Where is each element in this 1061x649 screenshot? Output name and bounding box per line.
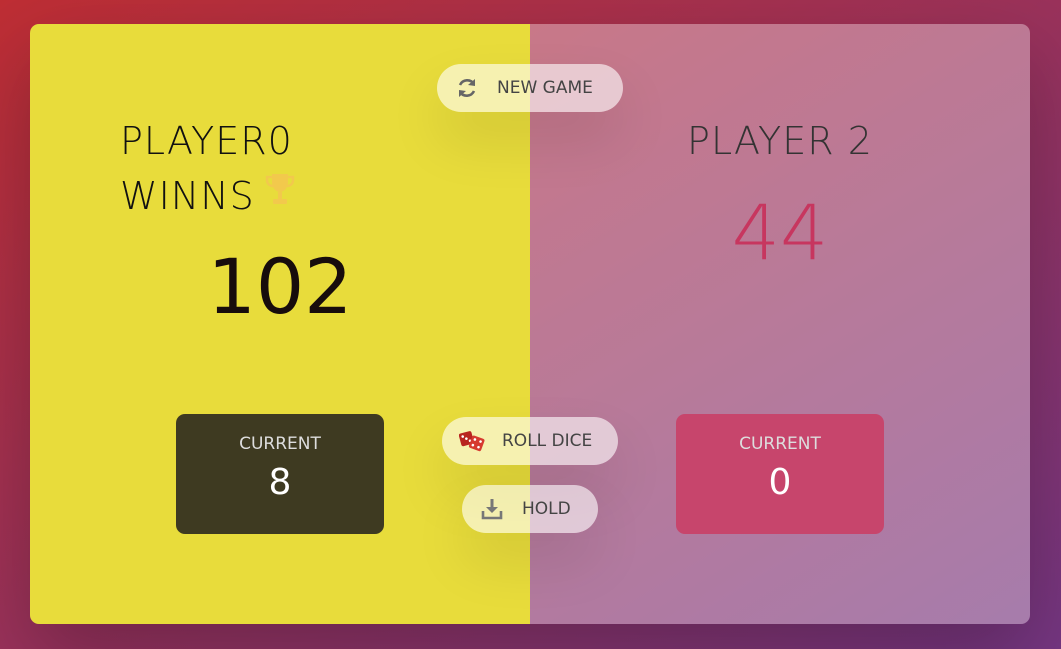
- player-0-current-label: Current: [239, 434, 321, 454]
- player-1-name: Player 2: [687, 119, 873, 163]
- hold-button[interactable]: Hold: [462, 485, 598, 533]
- player-0-winner-text: winns: [120, 174, 255, 218]
- player-1-current-box: Current 0: [676, 414, 884, 534]
- hold-label: Hold: [522, 499, 571, 519]
- player-1-score: 44: [731, 188, 829, 277]
- refresh-icon: [437, 64, 497, 112]
- roll-dice-label: Roll dice: [502, 431, 593, 451]
- player-0-current-box: Current 8: [176, 414, 384, 534]
- player-0-name-line1: Player0: [120, 119, 293, 163]
- player-0-name: Player0 winns: [120, 114, 295, 224]
- new-game-button[interactable]: New game: [437, 64, 623, 112]
- trophy-icon: [265, 167, 295, 222]
- player-0-score: 102: [207, 242, 353, 331]
- game-board: Player0 winns 102 Current 8 Player 2 44 …: [30, 24, 1030, 624]
- player-0-panel: Player0 winns 102 Current 8: [30, 24, 530, 624]
- player-1-panel: Player 2 44 Current 0: [530, 24, 1030, 624]
- roll-dice-button[interactable]: Roll dice: [442, 417, 618, 465]
- new-game-label: New game: [497, 78, 593, 98]
- download-icon: [462, 485, 522, 533]
- player-1-current-label: Current: [739, 434, 821, 454]
- player-1-current-score: 0: [768, 462, 792, 503]
- player-0-current-score: 8: [268, 462, 292, 503]
- dice-icon: [442, 417, 502, 465]
